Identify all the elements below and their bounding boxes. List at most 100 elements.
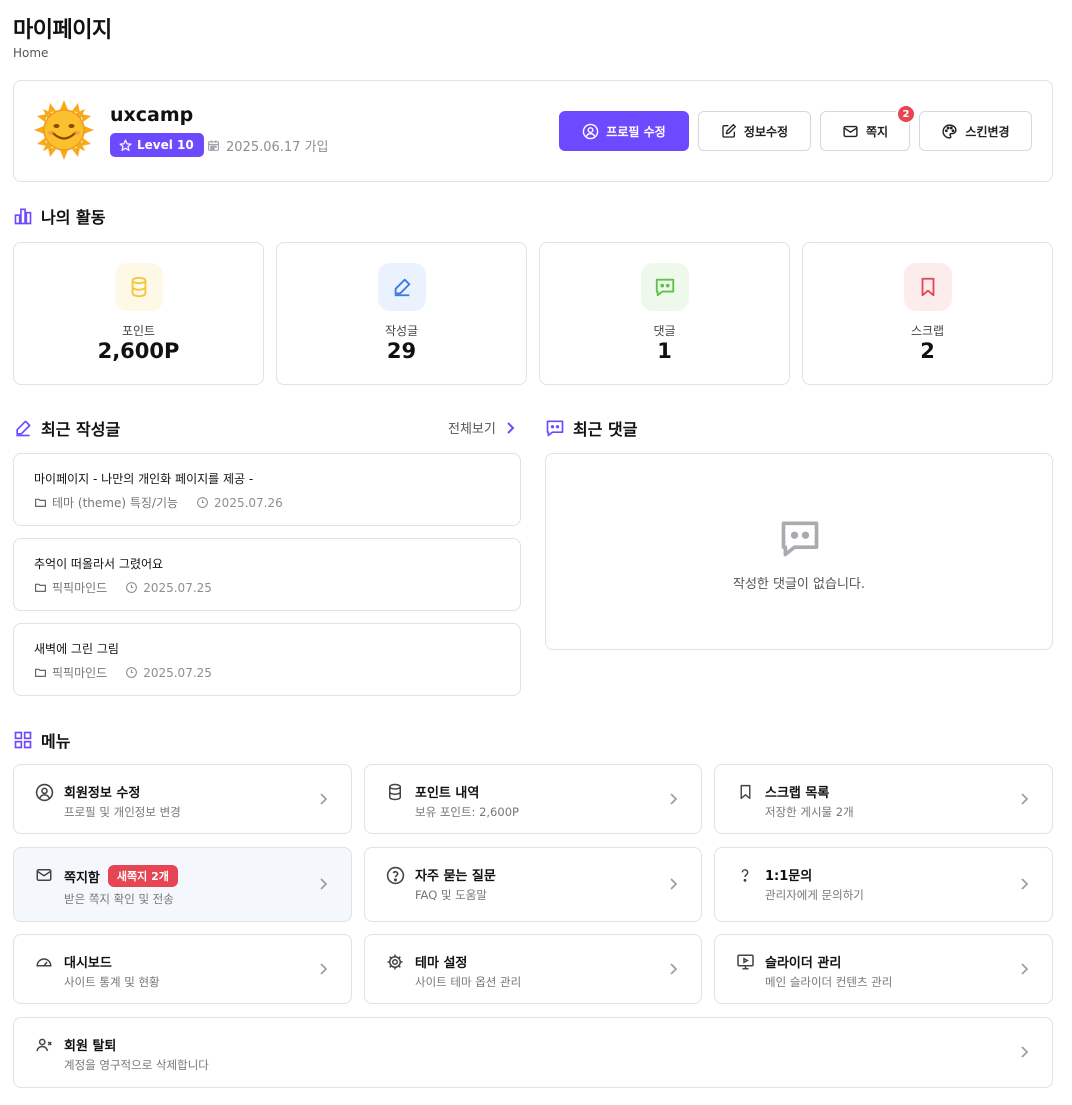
- message-square-icon: [546, 420, 564, 437]
- pencil-icon: [16, 420, 31, 437]
- menu-item-title-text: 쪽지함: [64, 870, 100, 886]
- post-item[interactable]: 마이페이지 - 나만의 개인화 페이지를 제공 - 테마 (theme) 특징/…: [13, 453, 521, 526]
- menu-item-scraps[interactable]: 스크랩 목록 저장한 게시물 2개: [714, 764, 1053, 834]
- edit-info-button[interactable]: 정보수정: [698, 111, 811, 151]
- stat-value: 29: [386, 339, 417, 363]
- stat-icon-wrap: [904, 263, 952, 311]
- chevron-right-icon: [1021, 1046, 1028, 1058]
- recent-posts-section-title: 최근 작성글: [13, 416, 120, 440]
- post-date: 2025.07.26: [214, 495, 283, 510]
- post-item[interactable]: 새벽에 그린 그림 픽픽마인드 2025.07.25: [13, 623, 521, 696]
- recent-comments-section-title: 최근 댓글: [545, 416, 637, 440]
- stat-label: 작성글: [384, 324, 419, 338]
- menu-item-desc: 사이트 테마 옵션 관리: [415, 975, 522, 989]
- grid-icon: [14, 731, 32, 749]
- menu-item-desc: 메인 슬라이더 컨텐츠 관리: [765, 975, 893, 989]
- menu-item-inquiry[interactable]: 1:1문의 관리자에게 문의하기: [714, 847, 1053, 922]
- post-item[interactable]: 추억이 떠올라서 그렸어요 픽픽마인드 2025.07.25: [13, 538, 521, 611]
- edit-profile-label: 프로필 수정: [606, 124, 666, 139]
- skin-change-button[interactable]: 스킨변경: [919, 111, 1032, 151]
- menu-item-title: 슬라이더 관리: [765, 952, 841, 971]
- stat-card-posts[interactable]: 작성글 29: [276, 242, 527, 385]
- edit-info-label: 정보수정: [743, 124, 789, 139]
- database-icon: [131, 276, 147, 298]
- post-meta: 테마 (theme) 특징/기능 2025.07.26: [34, 494, 283, 511]
- menu-item-inbox[interactable]: 쪽지함 새쪽지 2개 받은 쪽지 확인 및 전송: [13, 847, 352, 922]
- message-square-icon: [655, 278, 675, 297]
- post-title: 추억이 떠올라서 그렸어요: [34, 557, 164, 571]
- question-mark-icon: [741, 869, 749, 882]
- menu-icon: [34, 865, 54, 885]
- user-circle-icon: [35, 783, 53, 801]
- stat-label: 스크랩: [910, 324, 945, 338]
- menu-item-points[interactable]: 포인트 내역 보유 포인트: 2,600P: [364, 764, 702, 834]
- username: uxcamp: [110, 104, 194, 126]
- menu-item-desc: 관리자에게 문의하기: [765, 888, 864, 902]
- menu-item-theme-settings[interactable]: 테마 설정 사이트 테마 옵션 관리: [364, 934, 702, 1004]
- breadcrumb[interactable]: Home: [13, 46, 48, 60]
- stat-card-scraps[interactable]: 스크랩 2: [802, 242, 1053, 385]
- menu-item-faq[interactable]: 자주 묻는 질문 FAQ 및 도움말: [364, 847, 702, 922]
- stat-label: 포인트: [121, 324, 156, 338]
- bar-chart-icon: [14, 208, 32, 225]
- menu-icon: [735, 952, 755, 972]
- post-meta: 픽픽마인드 2025.07.25: [34, 664, 212, 681]
- menu-icon: [385, 782, 405, 802]
- message-label: 쪽지: [865, 124, 889, 139]
- menu-item-desc: 보유 포인트: 2,600P: [415, 805, 519, 819]
- stat-value: 1: [657, 339, 672, 363]
- stat-value: 2: [920, 339, 935, 363]
- menu-item-title-text: 회원 탈퇴: [64, 1039, 117, 1054]
- stat-icon-wrap: [115, 263, 163, 311]
- message-button[interactable]: 쪽지 2: [820, 104, 916, 151]
- menu-item-withdraw[interactable]: 회원 탈퇴 계정을 영구적으로 삭제합니다: [13, 1017, 1053, 1088]
- stat-value: 2,600P: [97, 339, 180, 363]
- menu-item-title-text: 자주 묻는 질문: [415, 869, 496, 884]
- menu-item-edit-member[interactable]: 회원정보 수정 프로필 및 개인정보 변경: [13, 764, 352, 834]
- activity-title: 나의 활동: [41, 208, 106, 227]
- menu-item-title: 자주 묻는 질문: [415, 865, 496, 884]
- menu-item-title-text: 테마 설정: [415, 956, 468, 971]
- menu-icon: [34, 952, 54, 972]
- user-x-icon: [35, 1038, 52, 1052]
- folder-icon: [35, 498, 46, 507]
- post-date: 2025.07.25: [143, 665, 212, 680]
- stat-card-comments[interactable]: 댓글 1: [539, 242, 790, 385]
- palette-icon: [942, 123, 957, 139]
- stat-label: 댓글: [653, 324, 676, 338]
- message-square-icon: [781, 521, 819, 557]
- bookmark-icon: [921, 277, 935, 297]
- menu-item-title: 대시보드: [64, 952, 112, 971]
- recent-comments-title: 최근 댓글: [573, 420, 638, 439]
- post-title: 마이페이지 - 나만의 개인화 페이지를 제공 -: [34, 472, 254, 486]
- post-category: 테마 (theme) 특징/기능: [52, 496, 179, 510]
- menu-item-desc: 사이트 통계 및 현황: [64, 975, 160, 989]
- menu-item-title: 회원 탈퇴: [64, 1035, 116, 1054]
- recent-posts-title: 최근 작성글: [41, 420, 121, 439]
- edit-icon: [722, 124, 736, 138]
- new-message-badge: 새쪽지 2개: [107, 865, 178, 887]
- join-date: 2025.06.17 가입: [207, 136, 329, 155]
- gear-icon: [387, 954, 403, 970]
- edit-profile-button[interactable]: 프로필 수정: [559, 111, 689, 151]
- menu-item-title: 테마 설정: [415, 952, 467, 971]
- menu-item-title: 1:1문의: [765, 865, 812, 884]
- menu-item-title-text: 포인트 내역: [415, 786, 480, 801]
- post-meta: 픽픽마인드 2025.07.25: [34, 579, 212, 596]
- menu-item-title: 스크랩 목록: [765, 782, 829, 801]
- chevron-right-icon: [670, 878, 677, 890]
- join-date-text: 2025.06.17 가입: [226, 140, 329, 155]
- calendar-icon: [208, 140, 219, 151]
- bookmark-icon: [740, 784, 750, 800]
- sun-avatar: [34, 100, 94, 160]
- stat-card-points[interactable]: 포인트 2,600P: [13, 242, 264, 385]
- gauge-icon: [36, 958, 52, 967]
- profile-card: uxcamp Level 10 2025.06.17 가입 프로필 수정 정보수…: [13, 80, 1053, 182]
- view-all-label: 전체보기: [448, 422, 496, 437]
- menu-icon: [735, 865, 755, 885]
- clock-icon: [126, 582, 138, 593]
- menu-item-slider-manage[interactable]: 슬라이더 관리 메인 슬라이더 컨텐츠 관리: [714, 934, 1053, 1004]
- star-icon: [119, 138, 132, 151]
- view-all-link[interactable]: 전체보기: [448, 418, 515, 437]
- menu-item-dashboard[interactable]: 대시보드 사이트 통계 및 현황: [13, 934, 352, 1004]
